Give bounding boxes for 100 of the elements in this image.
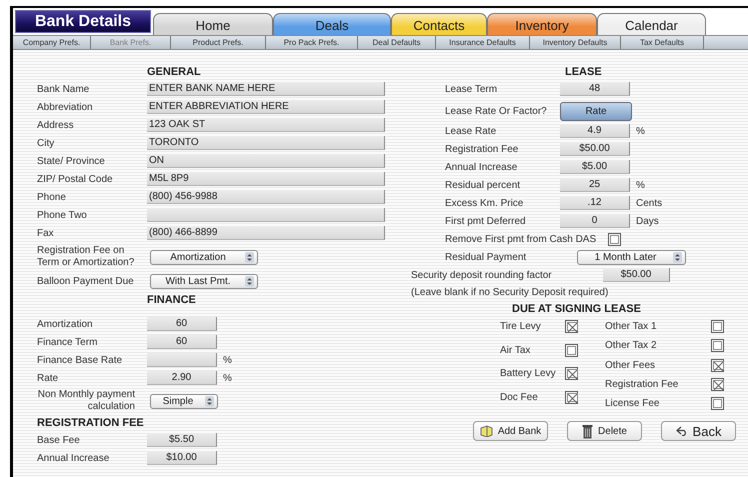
settings-tab[interactable]: Inventory Defaults <box>530 36 621 49</box>
field-label: State/ Province <box>37 156 106 166</box>
unit-label: Days <box>636 216 659 226</box>
action-button[interactable]: Add Bank <box>473 421 548 441</box>
input-field[interactable]: $5.00 <box>560 160 630 174</box>
checkbox[interactable] <box>565 367 578 380</box>
field-label: Lease Rate Or Factor? <box>445 106 548 116</box>
dropdown[interactable]: Simple <box>150 394 218 408</box>
settings-tab[interactable]: Tax Defaults <box>621 36 704 49</box>
field-label: Annual Increase <box>37 452 110 464</box>
cross-icon <box>714 380 723 390</box>
checkbox[interactable] <box>711 358 724 372</box>
field-label: ZIP/ Postal Code <box>37 174 114 184</box>
dropdown[interactable]: 1 Month Later <box>577 250 686 264</box>
nav-tab[interactable]: Inventory <box>487 13 597 35</box>
field-label: Rate <box>37 372 60 384</box>
field-label: Fax <box>37 228 55 238</box>
book-icon <box>480 425 493 437</box>
field-label: Lease Term <box>445 84 498 94</box>
option-label: Other Tax 1 <box>605 321 657 332</box>
input-field[interactable]: (800) 456-9988 <box>147 190 385 204</box>
checkbox[interactable] <box>565 344 578 357</box>
field-label: Remove First pmt from Cash DAS <box>445 234 596 244</box>
field-label: Finance Term <box>37 336 98 348</box>
trash-icon <box>582 424 594 438</box>
input-field[interactable]: .12 <box>560 196 630 210</box>
checkbox[interactable] <box>565 390 578 404</box>
input-field[interactable]: $50.00 <box>603 268 670 282</box>
checkbox[interactable] <box>711 378 724 391</box>
unit-label: Cents <box>636 198 662 208</box>
input-field[interactable]: 48 <box>560 82 630 96</box>
field-label: Annual Increase <box>445 162 518 172</box>
section-heading: FINANCE <box>147 294 196 306</box>
settings-tab[interactable]: Pro Pack Prefs. <box>266 36 358 49</box>
input-field[interactable]: 0 <box>560 214 630 228</box>
action-button[interactable]: Delete <box>567 421 642 441</box>
nav-tab[interactable]: Deals <box>273 13 391 35</box>
action-button[interactable]: Back <box>661 421 736 441</box>
dropdown[interactable]: Amortization <box>150 250 258 264</box>
cross-icon <box>714 362 723 370</box>
checkbox[interactable] <box>711 339 724 352</box>
checkbox[interactable] <box>608 232 622 246</box>
settings-tab[interactable]: Deal Defaults <box>358 36 436 49</box>
field-label: City <box>37 138 56 148</box>
option-label: Doc Fee <box>500 392 538 403</box>
field-label: Registration Fee <box>445 144 520 154</box>
field-label: First pmt Deferred <box>445 216 527 226</box>
input-field[interactable]: $5.50 <box>147 433 217 447</box>
settings-tab[interactable]: Company Prefs. <box>13 36 91 49</box>
toggle-button[interactable]: Rate <box>560 102 632 120</box>
option-label: License Fee <box>605 398 660 409</box>
input-field[interactable]: TORONTO <box>147 136 385 150</box>
input-field[interactable]: $10.00 <box>147 451 217 465</box>
checkbox[interactable] <box>711 397 724 410</box>
input-field[interactable]: ENTER ABBREVIATION HERE <box>147 100 385 114</box>
input-field[interactable]: ON <box>147 154 385 168</box>
updown-arrow-icon <box>673 252 682 262</box>
section-heading: REGISTRATION FEE <box>37 417 144 429</box>
field-label: Phone Two <box>37 210 88 220</box>
option-label: Tire Levy <box>500 321 541 332</box>
option-label: Other Tax 2 <box>605 340 657 352</box>
settings-tab[interactable]: Insurance Defaults <box>436 36 530 49</box>
input-field[interactable]: $50.00 <box>560 142 630 156</box>
field-label: Abbreviation <box>37 102 94 112</box>
settings-tab[interactable]: Product Prefs. <box>171 36 266 49</box>
nav-tab[interactable]: Contacts <box>391 13 487 35</box>
field-label: Base Fee <box>37 434 81 446</box>
field-label: Residual Payment <box>445 252 528 262</box>
unit-label: % <box>223 372 232 384</box>
checkbox[interactable] <box>565 320 578 333</box>
option-label: Battery Levy <box>500 368 556 380</box>
section-heading: LEASE <box>565 66 602 78</box>
input-field[interactable]: 60 <box>147 317 217 331</box>
checkbox[interactable] <box>711 320 724 333</box>
input-field[interactable]: (800) 466-8899 <box>147 226 385 240</box>
field-label: Finance Base Rate <box>37 354 124 366</box>
field-label: Excess Km. Price <box>445 198 524 208</box>
input-field[interactable]: ENTER BANK NAME HERE <box>147 82 385 96</box>
nav-tab[interactable]: Calendar <box>597 13 706 35</box>
field-label: Non Monthly payment calculation <box>37 389 136 413</box>
input-field[interactable]: M5L 8P9 <box>147 172 385 186</box>
input-field[interactable]: 60 <box>147 335 217 349</box>
nav-tab[interactable]: Home <box>153 13 273 35</box>
unit-label: % <box>636 180 645 190</box>
input-field[interactable]: 123 OAK ST <box>147 118 385 132</box>
unit-label: % <box>223 354 232 366</box>
note-text: (Leave blank if no Security Deposit required) <box>411 287 608 298</box>
input-field[interactable]: 4.9 <box>560 124 630 138</box>
field-label: Balloon Payment Due <box>37 276 135 286</box>
unit-label: % <box>636 126 645 136</box>
input-field[interactable]: 25 <box>560 178 630 192</box>
field-label: Registration Fee on Term or Amortization? <box>37 245 136 269</box>
input-field[interactable] <box>147 353 217 367</box>
input-field[interactable]: 2.90 <box>147 371 217 385</box>
field-label: Residual percent <box>445 180 522 190</box>
updown-arrow-icon <box>245 252 254 262</box>
field-label: Amortization <box>37 318 94 330</box>
field-label: Lease Rate <box>445 126 498 136</box>
dropdown[interactable]: With Last Pmt. <box>150 274 258 288</box>
input-field[interactable] <box>147 208 385 222</box>
